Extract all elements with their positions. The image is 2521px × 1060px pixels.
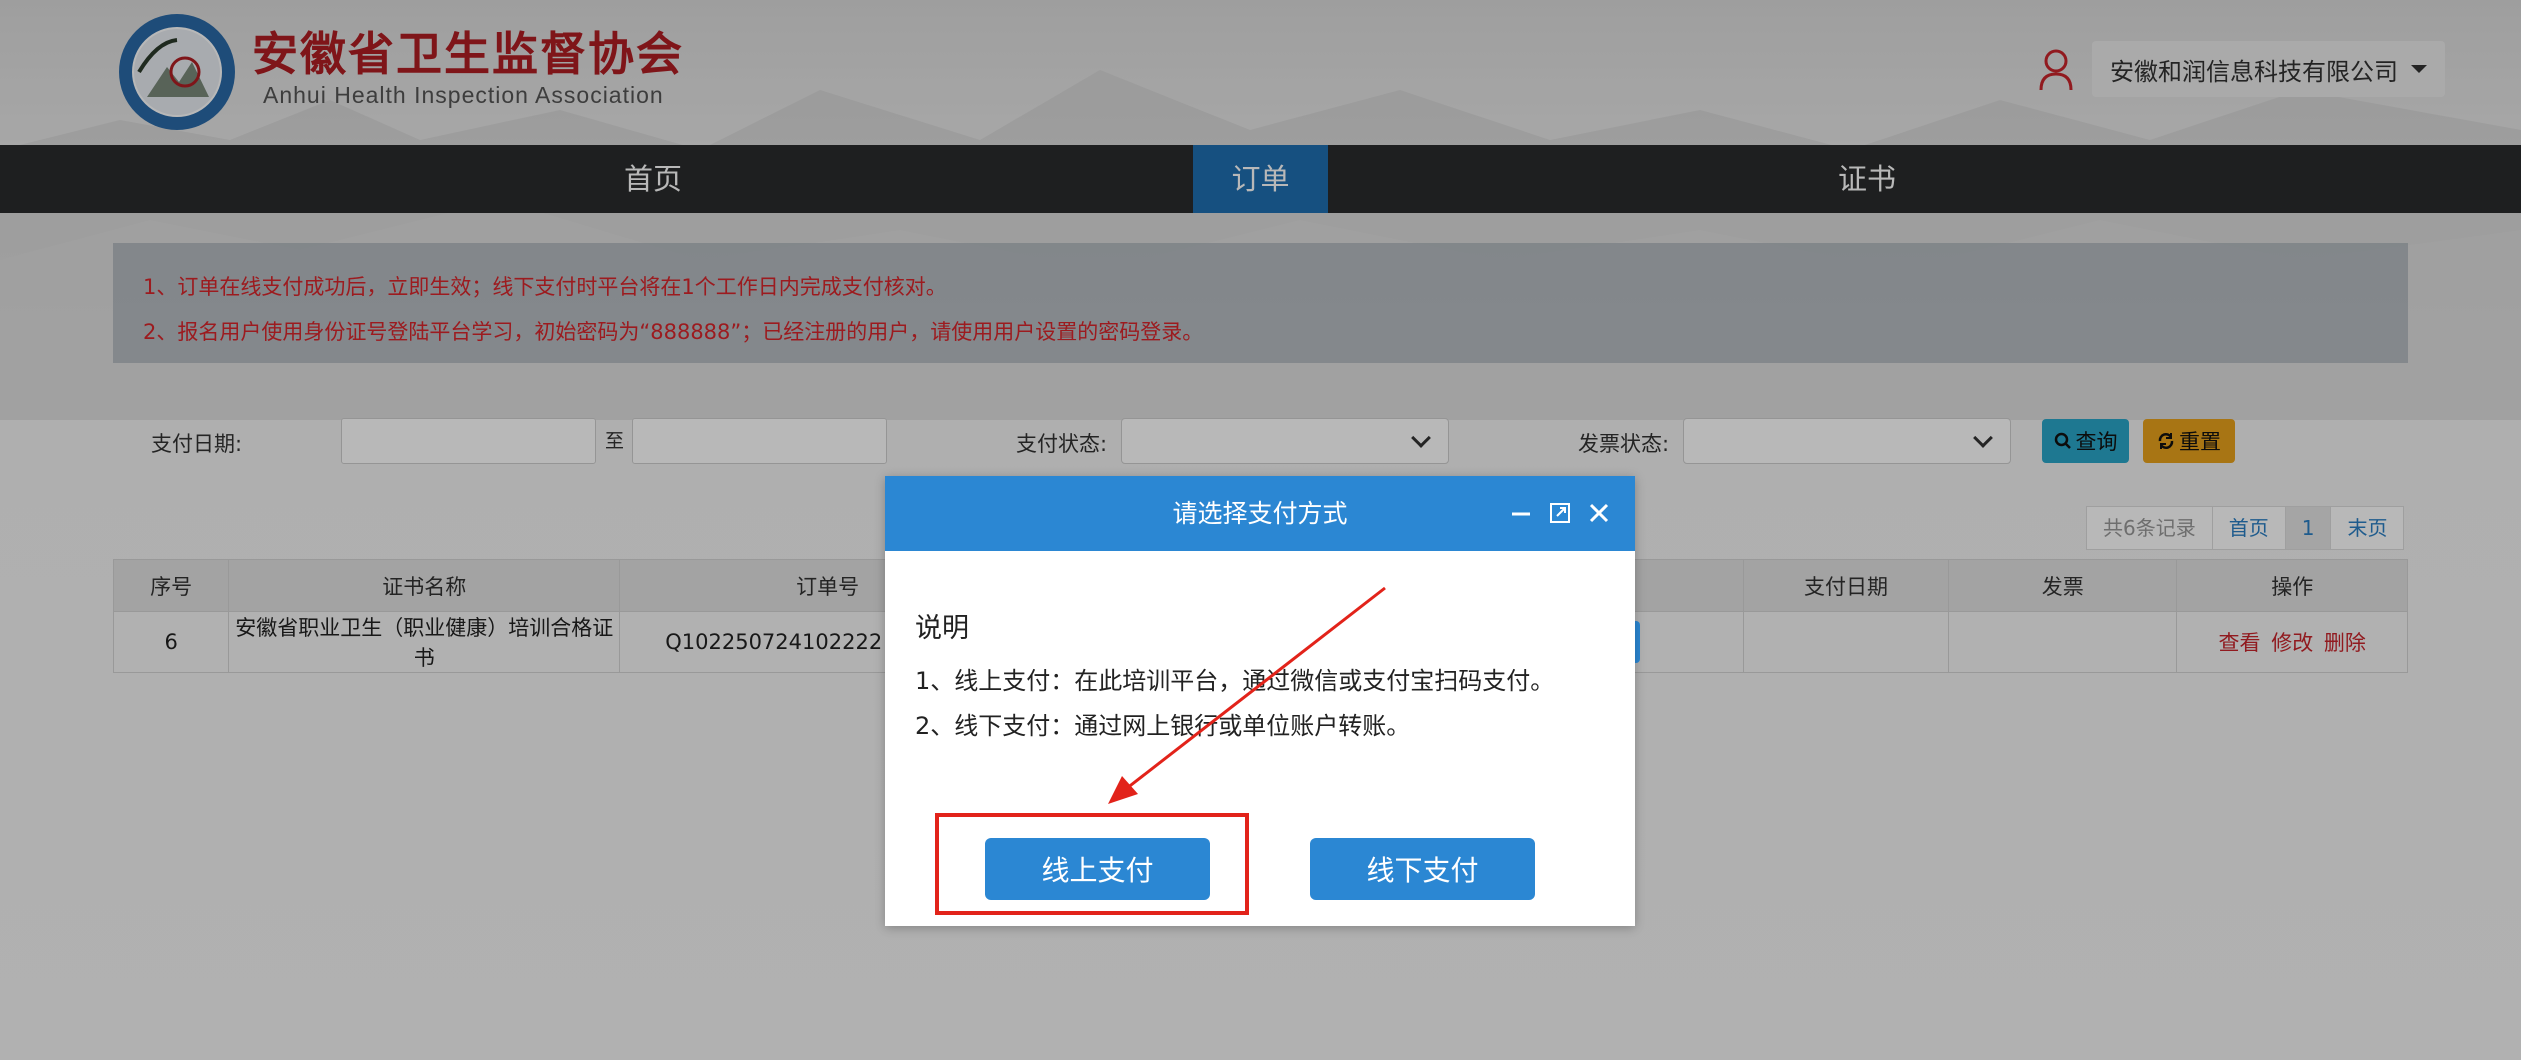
minimize-icon[interactable] — [1506, 498, 1536, 528]
close-icon[interactable] — [1584, 498, 1614, 528]
offline-pay-button[interactable]: 线下支付 — [1310, 838, 1535, 900]
modal-header: 请选择支付方式 — [885, 476, 1635, 551]
maximize-icon[interactable] — [1545, 498, 1575, 528]
annotation-arrow-icon — [1108, 586, 1386, 804]
highlight-box — [935, 813, 1249, 915]
